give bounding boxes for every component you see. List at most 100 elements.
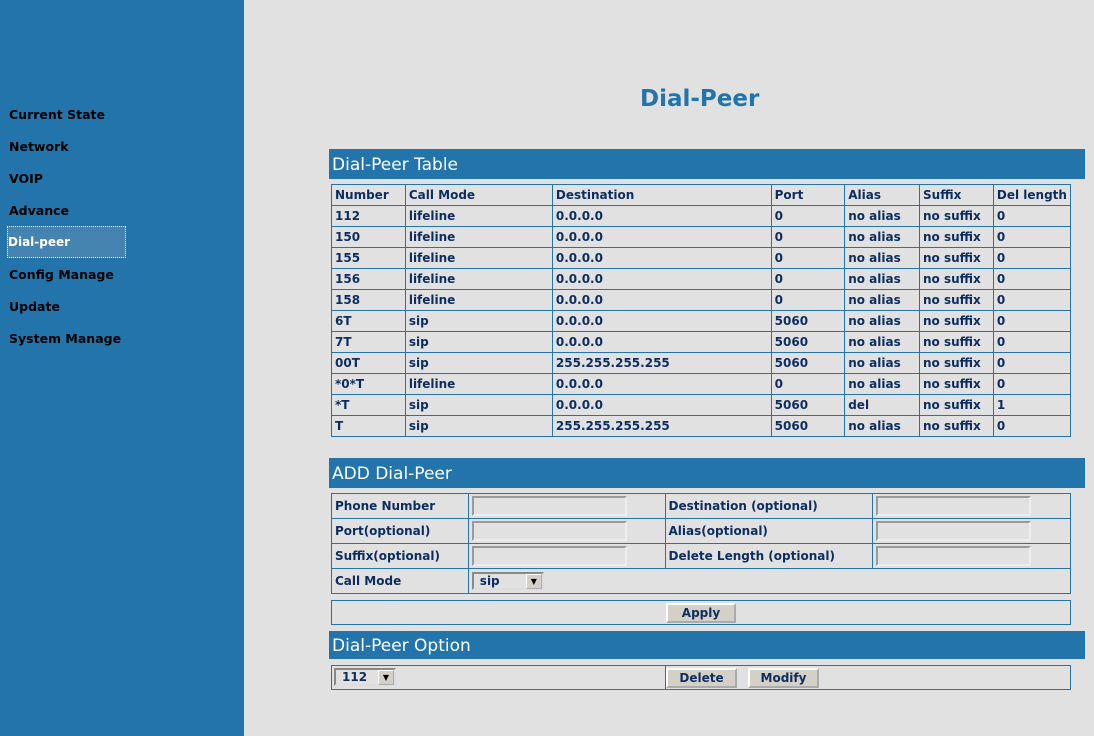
nav-current-state[interactable]: Current State — [9, 107, 105, 122]
table-cell: 0 — [992, 310, 1072, 332]
call-mode-value: sip — [479, 574, 500, 588]
dial-peer-select[interactable]: 112 ▼ — [334, 668, 396, 686]
nav-dial-peer[interactable]: Dial-peer — [7, 226, 126, 258]
dial-peer-table: Number Call Mode Destination Port Alias Suffi… — [331, 184, 1072, 437]
table-cell: no suffix — [919, 226, 994, 248]
table-cell: 5060 — [770, 394, 846, 416]
call-mode-select[interactable]: sip ▼ — [471, 572, 544, 590]
nav-system-manage[interactable]: System Manage — [9, 331, 121, 346]
modify-button[interactable]: Modify — [748, 668, 819, 688]
table-row: 150 lifeline 0.0.0.0 0 no alias no suffix 0 — [331, 226, 1072, 248]
table-cell: no suffix — [919, 268, 994, 290]
table-cell: no alias — [844, 247, 921, 269]
table-cell: T — [331, 415, 406, 437]
table-cell: no alias — [844, 331, 921, 353]
alias-input[interactable] — [876, 521, 1032, 541]
nav-update[interactable]: Update — [9, 299, 60, 314]
phone-number-input[interactable] — [471, 496, 627, 516]
table-cell: *T — [331, 394, 406, 416]
delete-length-input[interactable] — [876, 546, 1032, 566]
table-cell: *0*T — [331, 373, 406, 395]
delete-button[interactable]: Delete — [666, 668, 737, 688]
column-header: Call Mode — [404, 184, 553, 206]
table-row: 155 lifeline 0.0.0.0 0 no alias no suffix 0 — [331, 247, 1072, 269]
table-cell: no alias — [844, 268, 921, 290]
table-cell: 7T — [331, 331, 406, 353]
nav-advance[interactable]: Advance — [9, 203, 69, 218]
port-label: Port(optional) — [331, 518, 469, 544]
table-cell: 0 — [770, 268, 846, 290]
column-header: Number — [331, 184, 406, 206]
table-cell: 0.0.0.0 — [551, 331, 772, 353]
table-cell: 255.255.255.255 — [551, 415, 772, 437]
nav-voip[interactable]: VOIP — [9, 171, 43, 186]
table-cell: 0.0.0.0 — [551, 310, 772, 332]
table-row: 7T sip 0.0.0.0 5060 no alias no suffix 0 — [331, 331, 1072, 353]
dial-peer-select-value: 112 — [342, 670, 368, 684]
table-cell: 5060 — [770, 331, 846, 353]
table-cell: 0.0.0.0 — [551, 247, 772, 269]
table-cell: 00T — [331, 352, 406, 374]
column-header: Destination — [551, 184, 772, 206]
page-title: Dial-Peer — [640, 86, 760, 112]
table-cell: no suffix — [919, 247, 994, 269]
add-dial-peer-form: Phone Number Destination (optional) Port(… — [331, 493, 1072, 594]
suffix-input[interactable] — [471, 546, 627, 566]
table-cell: 6T — [331, 310, 406, 332]
table-cell: sip — [404, 415, 553, 437]
table-cell: 5060 — [770, 352, 846, 374]
table-cell: lifeline — [404, 373, 553, 395]
table-row: 158 lifeline 0.0.0.0 0 no alias no suffix 0 — [331, 289, 1072, 311]
call-mode-label: Call Mode — [331, 568, 469, 594]
dial-peer-option-header: Dial-Peer Option — [329, 631, 1085, 659]
alias-label: Alias(optional) — [664, 518, 874, 544]
column-header: Port — [770, 184, 846, 206]
delete-length-label: Delete Length (optional) — [664, 543, 874, 569]
table-cell: 0 — [992, 373, 1072, 395]
destination-label: Destination (optional) — [664, 493, 874, 519]
table-cell: lifeline — [404, 268, 553, 290]
table-row: 6T sip 0.0.0.0 5060 no alias no suffix 0 — [331, 310, 1072, 332]
port-input[interactable] — [471, 521, 627, 541]
table-cell: 0 — [992, 268, 1072, 290]
table-cell: 158 — [331, 289, 406, 311]
table-cell: no alias — [844, 352, 921, 374]
table-cell: no suffix — [919, 352, 994, 374]
table-cell: 0 — [770, 226, 846, 248]
table-cell: 0 — [992, 247, 1072, 269]
nav-network[interactable]: Network — [9, 139, 69, 154]
table-cell: 255.255.255.255 — [551, 352, 772, 374]
add-dial-peer-header: ADD Dial-Peer — [329, 458, 1085, 488]
table-cell: 0.0.0.0 — [551, 226, 772, 248]
table-row: 112 lifeline 0.0.0.0 0 no alias no suffix 0 — [331, 205, 1072, 227]
table-cell: 0 — [770, 289, 846, 311]
table-row: Tsip 255.255.255.255 5060 no alias no suffix… — [331, 415, 1072, 437]
destination-input[interactable] — [876, 496, 1032, 516]
table-cell: 0 — [992, 226, 1072, 248]
table-row: *0*T lifeline 0.0.0.0 0 no alias no suffix 0 — [331, 373, 1072, 395]
table-cell: sip — [404, 310, 553, 332]
table-cell: no suffix — [919, 289, 994, 311]
chevron-down-icon: ▼ — [525, 573, 542, 589]
table-cell: no alias — [844, 226, 921, 248]
table-cell: no alias — [844, 415, 921, 437]
table-cell: 150 — [331, 226, 406, 248]
table-cell: del — [844, 394, 921, 416]
table-cell: 156 — [331, 268, 406, 290]
column-header: Del length — [992, 184, 1072, 206]
table-cell: 0.0.0.0 — [551, 289, 772, 311]
table-cell: no alias — [844, 289, 921, 311]
table-cell: sip — [404, 331, 553, 353]
table-cell: 0 — [770, 373, 846, 395]
table-cell: 0 — [992, 331, 1072, 353]
table-cell: 155 — [331, 247, 406, 269]
table-cell: 5060 — [770, 415, 846, 437]
table-cell: no suffix — [919, 373, 994, 395]
table-row: 00T sip 255.255.255.255 5060 no alias no suff… — [331, 352, 1072, 374]
table-cell: no suffix — [919, 205, 994, 227]
table-cell: no alias — [844, 205, 921, 227]
nav-config-manage[interactable]: Config Manage — [9, 267, 114, 282]
table-cell: no suffix — [919, 415, 994, 437]
table-cell: lifeline — [404, 205, 553, 227]
apply-button[interactable]: Apply — [666, 603, 736, 623]
